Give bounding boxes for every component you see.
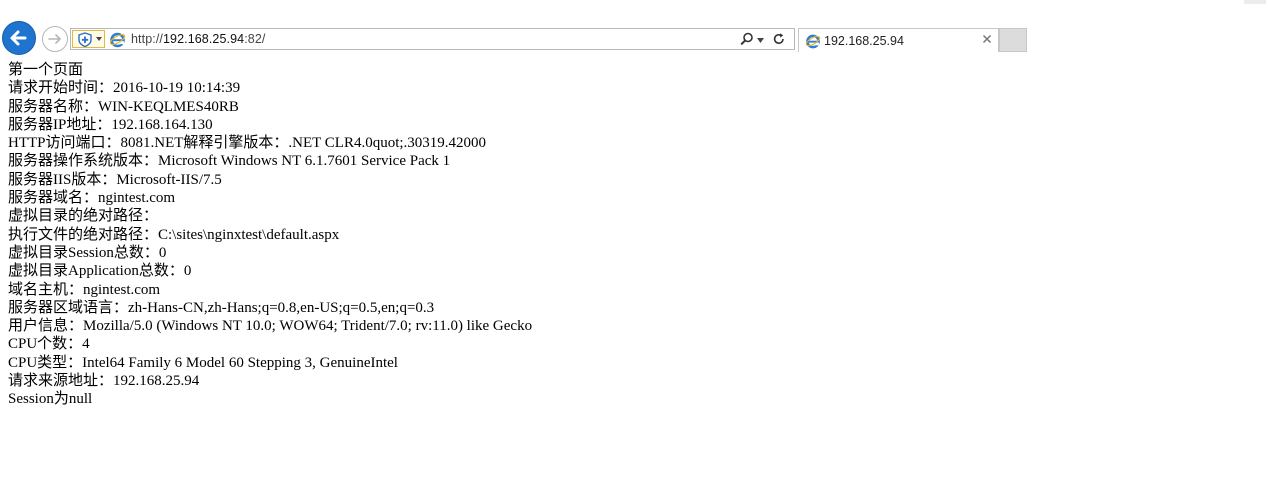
info-line-session-count: 虚拟目录Session总数：0 [8,244,167,261]
browser-chrome: http://192.168.25.94:82/ 192.168.25.94 [0,0,1268,60]
shield-icon [78,32,92,47]
info-line-virtual-path: 虚拟目录的绝对路径： [8,208,159,225]
url-port-path: :82/ [244,32,266,46]
info-line-session-status: Session为null [8,391,93,408]
tab-active[interactable]: 192.168.25.94 [798,28,999,52]
close-icon[interactable] [982,34,992,44]
info-line-cpu-count: CPU个数：4 [8,336,90,353]
info-line-server-name: 服务器名称：WIN-KEQLMES40RB [8,98,239,115]
info-line-server-ip: 服务器IP地址：192.168.164.130 [8,116,213,133]
page-heading: 第一个页面 [8,62,84,78]
chevron-down-icon [96,37,102,41]
security-button[interactable] [72,30,105,48]
window-edge [1244,0,1266,4]
url-text[interactable]: http://192.168.25.94:82/ [131,32,265,46]
info-line-language: 服务器区域语言：zh-Hans-CN,zh-Hans;q=0.8,en-US;q… [8,299,435,316]
address-bar[interactable]: http://192.168.25.94:82/ [70,28,795,50]
info-line-cpu-type: CPU类型：Intel64 Family 6 Model 60 Stepping… [8,354,398,371]
info-line-host: 域名主机：ngintest.com [8,281,161,298]
url-host: 192.168.25.94 [162,32,245,46]
ie-logo-icon [109,32,126,48]
info-line-exec-path: 执行文件的绝对路径：C:\sites\nginxtest\default.asp… [8,226,340,243]
forward-button[interactable] [42,26,68,52]
forward-arrow-icon [48,34,61,44]
tab-title: 192.168.25.94 [824,34,904,48]
new-tab-button[interactable] [999,28,1027,52]
info-line-os-version: 服务器操作系统版本：Microsoft Windows NT 6.1.7601 … [8,153,451,170]
info-line-user-agent: 用户信息：Mozilla/5.0 (Windows NT 10.0; WOW64… [8,318,533,335]
info-line-iis-version: 服务器IIS版本：Microsoft-IIS/7.5 [8,171,222,188]
search-icon[interactable] [740,32,754,46]
info-line-http-port: HTTP访问端口：8081.NET解释引擎版本：.NET CLR4.0quot;… [8,135,487,152]
refresh-icon[interactable] [772,32,786,46]
back-arrow-icon [10,30,27,46]
address-bar-tools [740,32,788,48]
info-line-request-time: 请求开始时间：2016-10-19 10:14:39 [8,80,241,97]
chevron-down-icon[interactable] [757,38,764,43]
info-line-remote-addr: 请求来源地址：192.168.25.94 [8,373,200,390]
ie-logo-icon [805,34,821,49]
info-line-server-domain: 服务器域名：ngintest.com [8,190,176,207]
page-content: 第一个页面 请求开始时间：2016-10-19 10:14:39 服务器名称：W… [8,61,908,409]
info-line-application-count: 虚拟目录Application总数：0 [8,263,192,280]
back-button[interactable] [2,21,36,55]
url-scheme: http:// [131,32,163,46]
